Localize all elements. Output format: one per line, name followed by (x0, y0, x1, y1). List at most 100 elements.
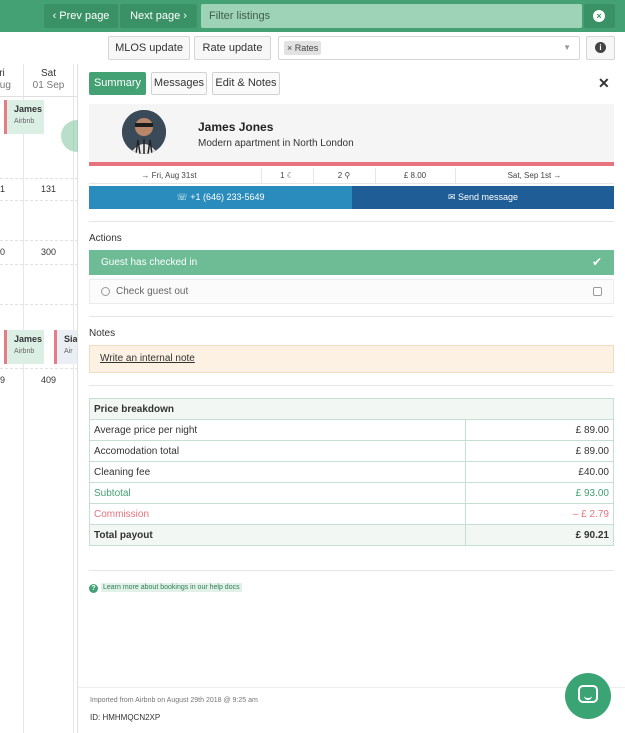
booking-price: £ 8.00 (403, 171, 427, 180)
checkout-date: Sat, Sep 1st → (507, 171, 562, 180)
calendar-weekday: Sat (40, 68, 56, 79)
calendar-row-divider (0, 240, 77, 241)
imported-info: Imported from Airbnb on August 29th 2018… (90, 697, 258, 704)
check-guest-out-checkbox[interactable] (593, 287, 602, 296)
checked-in-label: Guest has checked in (101, 257, 198, 268)
chevron-down-icon: ▼ (563, 43, 571, 52)
footer-divider (78, 687, 625, 688)
nights-count: 1 ☾ (280, 171, 294, 180)
clock-icon (101, 287, 110, 296)
table-row: Total payout £ 90.21 (89, 524, 614, 546)
filter-clear-button[interactable]: × (584, 4, 615, 28)
checkin-date: → Fri, Aug 31st (141, 171, 197, 180)
check-guest-out-row[interactable]: Check guest out (89, 279, 614, 304)
guest-count: 2 ⚲ (337, 171, 351, 180)
clear-icon: × (593, 10, 605, 22)
price-breakdown-table: Price breakdown Average price per night … (89, 398, 614, 546)
booking-status-bar (89, 162, 614, 166)
booking-source: Airbnb (14, 118, 35, 125)
check-guest-out-label: Check guest out (116, 286, 189, 297)
tab-messages[interactable]: Messages (151, 72, 207, 95)
booking-bar[interactable]: James J Airbnb (4, 100, 44, 134)
next-page-button[interactable]: Next page › (120, 4, 197, 28)
table-header-row: Price breakdown (89, 398, 614, 420)
price-amount: £ 93.00 (465, 482, 614, 504)
booking-guest-name: James J (14, 334, 44, 344)
calendar-price: 409 (41, 375, 57, 385)
table-row: Commission – £ 2.79 (89, 503, 614, 525)
calendar-row-divider (0, 200, 77, 201)
guest-name: James Jones (198, 120, 274, 134)
table-row: Subtotal £ 93.00 (89, 482, 614, 504)
calendar-row-divider (0, 178, 77, 179)
call-guest-button[interactable]: ☏ +1 (646) 233-5649 (89, 186, 352, 209)
avatar-image (122, 110, 166, 154)
calendar-row-divider (0, 304, 77, 305)
price-amount: £ 89.00 (465, 419, 614, 441)
calendar-date: 01 Sep (32, 80, 65, 91)
help-docs-link[interactable]: Learn more about bookings in our help do… (101, 583, 242, 592)
support-chat-button[interactable] (565, 673, 611, 719)
booking-source: Air (64, 348, 73, 355)
booking-bar[interactable]: Siar Air (54, 330, 77, 364)
calendar-price: 131 (41, 184, 57, 194)
table-row: Accomodation total £ 89.00 (89, 440, 614, 462)
calendar-column-divider (23, 64, 24, 733)
booking-bar[interactable]: James J Airbnb (4, 330, 44, 364)
send-message-button[interactable]: ✉ Send message (352, 186, 614, 209)
filter-listings-input[interactable]: Filter listings (201, 4, 582, 28)
price-label: Average price per night (89, 419, 466, 441)
calendar-grid: ri Aug Sat 01 Sep James J Airbnb 1 131 0… (0, 64, 78, 733)
notes-heading: Notes (89, 328, 116, 339)
calendar-day-header: ri Aug (0, 64, 24, 96)
calendar-price: 9 (0, 375, 6, 385)
price-amount: £ 89.00 (465, 440, 614, 462)
section-divider (89, 221, 614, 222)
calendar-row-divider (0, 264, 77, 265)
calendar-date: Aug (0, 80, 11, 91)
section-divider (89, 316, 614, 317)
rates-tag[interactable]: × Rates (284, 41, 322, 55)
calendar-price: 300 (41, 247, 57, 257)
avatar (122, 110, 166, 154)
price-breakdown-heading: Price breakdown (89, 398, 614, 420)
calendar-day-header: Sat 01 Sep (24, 64, 73, 96)
tab-summary[interactable]: Summary (89, 72, 146, 95)
internal-note-box: Write an internal note (89, 345, 614, 373)
calendar-price: 1 (0, 184, 6, 194)
booking-id: ID: HMHMQCN2XP (90, 713, 161, 722)
actions-heading: Actions (89, 233, 122, 244)
price-label: Subtotal (89, 482, 466, 504)
guest-card: James Jones Modern apartment in North Lo… (89, 104, 614, 164)
rates-select[interactable]: × Rates ▼ (278, 36, 580, 60)
calendar-row-divider (0, 368, 77, 369)
price-label: Accomodation total (89, 440, 466, 462)
price-amount: £40.00 (465, 461, 614, 483)
section-divider (89, 570, 614, 571)
guest-checked-in-status[interactable]: Guest has checked in ✔ (89, 250, 614, 275)
price-label: Cleaning fee (89, 461, 466, 483)
booking-summary-panel: Summary Messages Edit & Notes ✕ James Jo… (78, 64, 625, 733)
prev-page-button[interactable]: ‹ Prev page (44, 4, 118, 28)
table-row: Cleaning fee £40.00 (89, 461, 614, 483)
calendar-column-divider (73, 64, 74, 733)
messenger-icon (578, 685, 598, 703)
price-amount: £ 90.21 (465, 524, 614, 546)
info-button[interactable]: i (586, 36, 615, 60)
rate-update-button[interactable]: Rate update (194, 36, 271, 60)
table-row: Average price per night £ 89.00 (89, 419, 614, 441)
section-divider (89, 385, 614, 386)
booking-guest-name: James J (14, 104, 44, 114)
price-label: Total payout (89, 524, 466, 546)
top-bar: ‹ Prev page Next page › Filter listings … (0, 0, 625, 32)
booking-meta-row: → Fri, Aug 31st 1 ☾ 2 ⚲ £ 8.00 Sat, Sep … (89, 168, 614, 184)
close-icon[interactable]: ✕ (598, 75, 610, 92)
listing-description: Modern apartment in North London (198, 138, 354, 149)
write-internal-note-link[interactable]: Write an internal note (100, 353, 195, 364)
calendar-row-divider (0, 96, 77, 97)
info-icon: i (595, 42, 606, 53)
mlos-update-button[interactable]: MLOS update (108, 36, 190, 60)
tab-edit-notes[interactable]: Edit & Notes (212, 72, 280, 95)
help-icon: ? (89, 584, 98, 593)
calendar-price: 0 (0, 247, 6, 257)
